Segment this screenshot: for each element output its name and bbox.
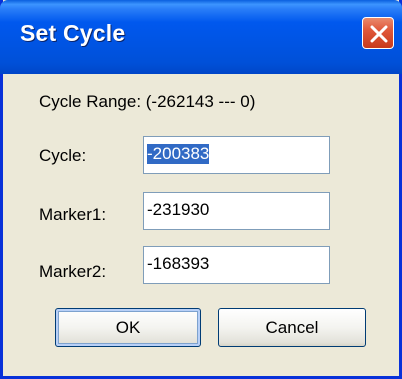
cycle-input-value: -200383 bbox=[147, 144, 210, 164]
ok-button-label: OK bbox=[115, 318, 141, 337]
marker1-input[interactable]: -231930 bbox=[143, 192, 330, 230]
cycle-range-label: Cycle Range: (-262143 --- 0) bbox=[39, 92, 256, 111]
dialog-body: Cycle Range: (-262143 --- 0) Cycle: -200… bbox=[3, 74, 399, 376]
ok-button[interactable]: OK bbox=[55, 308, 201, 347]
marker2-input-value: -168393 bbox=[147, 254, 210, 273]
close-x-icon bbox=[370, 25, 388, 43]
cancel-button-label: Cancel bbox=[265, 318, 319, 337]
set-cycle-dialog: Set Cycle Cycle Range: (-262143 --- 0) C… bbox=[0, 0, 402, 379]
cycle-input[interactable]: -200383 bbox=[143, 136, 330, 174]
close-button[interactable] bbox=[362, 17, 394, 49]
marker1-label: Marker1: bbox=[39, 205, 107, 224]
marker1-input-value: -231930 bbox=[147, 200, 210, 219]
marker2-label: Marker2: bbox=[39, 262, 107, 281]
cycle-label: Cycle: bbox=[39, 146, 87, 165]
marker2-input[interactable]: -168393 bbox=[143, 246, 330, 284]
cancel-button[interactable]: Cancel bbox=[218, 308, 366, 347]
title-bar[interactable]: Set Cycle bbox=[0, 0, 402, 74]
window-title: Set Cycle bbox=[20, 20, 126, 46]
